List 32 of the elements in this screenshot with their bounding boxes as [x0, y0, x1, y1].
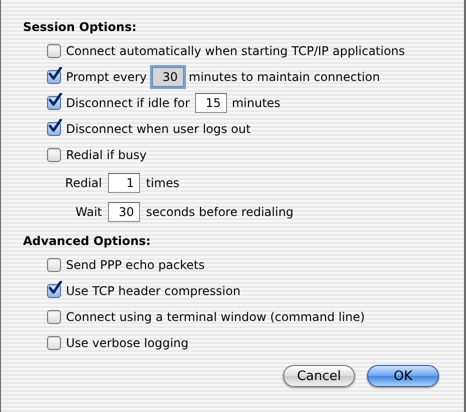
default-button[interactable]: OK: [367, 365, 439, 387]
option-label: Connect automatically when starting TCP/IP applications: [66, 44, 405, 58]
checkbox[interactable]: [47, 310, 61, 324]
number-field[interactable]: 15: [194, 93, 227, 113]
checkbox[interactable]: [47, 122, 61, 136]
option-label: minutes: [232, 96, 280, 110]
option-label: Prompt every: [66, 70, 147, 84]
checkbox[interactable]: [47, 336, 61, 350]
option-label: Disconnect when user logs out: [66, 122, 251, 136]
checkbox[interactable]: [47, 96, 61, 110]
number-field[interactable]: 30: [152, 67, 184, 87]
option-label: Send PPP echo packets: [66, 258, 205, 272]
option-label: seconds before redialing: [146, 204, 294, 218]
option-label: Redial if busy: [66, 148, 147, 162]
number-field[interactable]: 30: [108, 202, 140, 222]
option-label: Connect using a terminal window (command line): [66, 310, 365, 324]
option-label: Disconnect if idle for: [66, 96, 190, 110]
checkbox[interactable]: [47, 258, 61, 272]
checkbox[interactable]: [47, 44, 61, 58]
section-heading: Advanced Options:: [23, 233, 151, 250]
option-label: minutes to maintain connection: [188, 70, 380, 84]
option-label: times: [146, 176, 180, 190]
checkbox[interactable]: [47, 148, 61, 162]
option-label: Use verbose logging: [66, 336, 189, 350]
option-label: Use TCP header compression: [66, 284, 240, 298]
option-label: Wait: [74, 204, 102, 218]
push-button[interactable]: Cancel: [283, 365, 355, 387]
number-field[interactable]: 1: [108, 172, 140, 192]
checkbox[interactable]: [47, 284, 61, 298]
section-heading: Session Options:: [23, 19, 137, 36]
option-label: Redial: [64, 176, 102, 190]
checkbox[interactable]: [47, 70, 61, 84]
